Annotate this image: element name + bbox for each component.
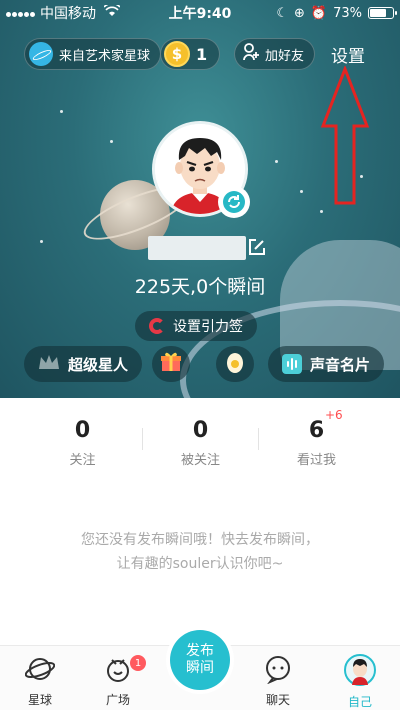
star-decoration (320, 210, 323, 213)
stat-viewers[interactable]: 6 看过我 (250, 418, 383, 468)
empty-message-line2: 让有趣的souler认识你吧~ (116, 556, 284, 572)
empty-moments-message: 您还没有发布瞬间哦！快去发布瞬间， 让有趣的souler认识你吧~ (0, 528, 400, 576)
nav-label-planet: 星球 (27, 693, 52, 707)
crown-icon (38, 354, 60, 374)
super-star-label: 超级星人 (68, 355, 129, 374)
lock-rotation-icon: ⊕ (294, 5, 305, 21)
coin-balance[interactable]: $ 1 (160, 38, 221, 70)
gravity-tag-label: 设置引力签 (173, 319, 243, 335)
carrier-label: 中国移动 (40, 6, 96, 22)
coin-count: 1 (196, 44, 208, 64)
stat-following-label: 关注 (69, 453, 96, 468)
planet-origin-label: 来自艺术家星球 (59, 48, 151, 64)
coin-icon: $ (164, 41, 190, 67)
stat-viewers-value: 6 (308, 418, 325, 443)
nav-label-chat: 聊天 (265, 693, 290, 707)
chat-icon (248, 654, 308, 687)
set-gravity-tag-button[interactable]: 设置引力签 (135, 311, 257, 341)
nav-label-square: 广场 (105, 693, 130, 707)
nav-item-chat[interactable]: 聊天 (248, 654, 308, 708)
stat-viewers-label: 看过我 (296, 453, 336, 468)
add-friend-label: 加好友 (265, 48, 305, 64)
planet-icon (10, 654, 70, 687)
nav-item-planet[interactable]: 星球 (10, 654, 70, 708)
username-redacted (148, 236, 246, 260)
days-moments-count: 225天,0个瞬间 (134, 276, 266, 298)
edit-name-icon[interactable] (248, 238, 266, 260)
star-decoration (110, 140, 113, 143)
stat-followers-label: 被关注 (180, 453, 220, 468)
star-decoration (275, 160, 278, 163)
egg-button[interactable] (216, 346, 254, 382)
red-arrow-annotation (320, 66, 370, 205)
egg-icon (225, 350, 245, 378)
signal-icon (6, 5, 36, 21)
voice-card-label: 声音名片 (310, 355, 371, 374)
square-notification-badge: 1 (130, 655, 146, 671)
star-decoration (40, 240, 43, 243)
stat-following[interactable]: 0 关注 (16, 418, 149, 468)
avatar-icon (330, 654, 390, 689)
super-star-button[interactable]: 超级星人 (24, 346, 143, 382)
publish-label-line1: 发布 (186, 643, 214, 659)
publish-label-line2: 瞬间 (186, 660, 214, 676)
settings-button[interactable]: 设置 (331, 42, 365, 67)
publish-moment-button[interactable]: 发布 瞬间 (170, 630, 230, 690)
empty-message-line1: 您还没有发布瞬间哦！快去发布瞬间， (81, 532, 319, 548)
planet-icon (29, 42, 53, 66)
battery-percent: 73% (333, 5, 362, 21)
magnet-icon (149, 318, 165, 334)
stat-followers-value: 0 (192, 418, 209, 443)
profile-hero: 中国移动 上午9:40 ☾ ⊕ ⏰ 73% 来自艺术家星球 $ 1 加好友 设置 (0, 0, 400, 398)
planet-origin-badge[interactable]: 来自艺术家星球 (24, 38, 162, 70)
gift-icon (160, 351, 182, 377)
stat-followers[interactable]: 0 被关注 (134, 418, 267, 468)
gift-button[interactable] (152, 346, 190, 382)
stat-following-value: 0 (74, 418, 91, 443)
moon-icon: ☾ (276, 5, 288, 21)
wifi-icon (103, 2, 121, 21)
viewers-new-badge: +6 (325, 408, 343, 422)
add-user-icon (243, 43, 259, 65)
star-decoration (60, 110, 63, 113)
refresh-avatar-icon[interactable] (218, 186, 250, 218)
sound-wave-icon (282, 354, 302, 374)
alarm-icon: ⏰ (310, 5, 328, 21)
status-bar: 中国移动 上午9:40 ☾ ⊕ ⏰ 73% (0, 0, 400, 26)
voice-card-button[interactable]: 声音名片 (268, 346, 385, 382)
battery-icon (368, 7, 397, 19)
nav-item-me[interactable]: 自己 (330, 654, 390, 710)
star-decoration (300, 190, 303, 193)
add-friend-button[interactable]: 加好友 (234, 38, 316, 70)
nav-label-me: 自己 (347, 695, 372, 709)
